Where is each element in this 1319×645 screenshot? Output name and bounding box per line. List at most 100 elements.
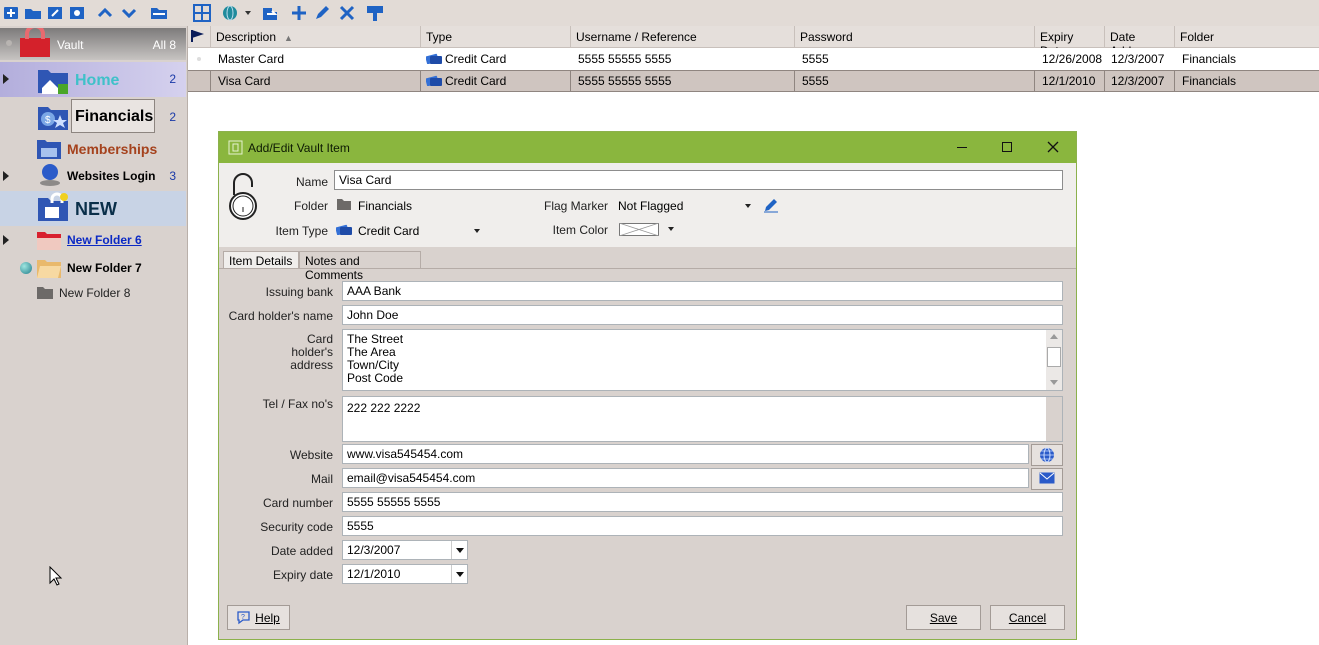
cell-expiry: 12/1/2010 [1042, 74, 1096, 88]
column-header-expiry[interactable]: Expiry Date [1035, 26, 1105, 58]
tab-notes-and-comments[interactable]: Notes and Comments [299, 251, 421, 282]
chevron-down-icon[interactable] [474, 229, 480, 233]
open-website-button[interactable] [1031, 444, 1063, 466]
tree-item-financials[interactable]: $ Financials 2 [0, 99, 186, 135]
card-holder-address-textarea[interactable]: The Street The Area Town/City Post Code [342, 329, 1063, 391]
cancel-button[interactable]: Cancel [990, 605, 1065, 630]
expand-arrow-icon[interactable] [3, 235, 9, 245]
date-added-picker[interactable]: 12/3/2007 [342, 540, 468, 560]
scroll-thumb[interactable] [1047, 347, 1061, 367]
column-header-folder[interactable]: Folder [1175, 26, 1319, 48]
minimize-icon[interactable] [957, 147, 967, 148]
tree-item-websites-login[interactable]: Websites Login 3 [0, 163, 186, 189]
card-holder-name-input[interactable]: John Doe [342, 305, 1063, 325]
new-folder-icon [38, 192, 68, 221]
tab-item-details[interactable]: Item Details [223, 251, 299, 269]
name-input[interactable]: Visa Card [334, 170, 1063, 190]
maximize-icon[interactable] [1002, 142, 1012, 152]
item-type-select[interactable]: Credit Card [358, 224, 419, 238]
close-icon[interactable] [1047, 141, 1059, 153]
card-number-label: Card number [262, 496, 333, 510]
folder-icon [37, 287, 53, 299]
settings-folder-icon[interactable] [68, 4, 86, 22]
dropdown-icon[interactable] [245, 11, 251, 15]
edit-pencil-icon[interactable] [763, 197, 779, 213]
tree-item-home[interactable]: Home 2 [0, 62, 186, 97]
date-added-value: 12/3/2007 [347, 543, 401, 557]
save-button[interactable]: Save [906, 605, 981, 630]
expand-arrow-icon[interactable] [3, 74, 9, 84]
help-button[interactable]: ? Help [227, 605, 290, 630]
chevron-down-icon [456, 548, 464, 553]
cell-type: Credit Card [421, 70, 571, 92]
credit-card-icon [426, 75, 442, 86]
add-icon[interactable] [2, 4, 20, 22]
calendar-dropdown-button[interactable] [451, 541, 467, 559]
tree-item-new-folder-7[interactable]: New Folder 7 [0, 256, 186, 280]
delete-item-icon[interactable] [338, 4, 356, 22]
chevron-down-icon[interactable] [668, 227, 674, 231]
move-down-icon[interactable] [120, 4, 138, 22]
move-up-icon[interactable] [96, 4, 114, 22]
left-toolbar [0, 0, 188, 26]
folder-value[interactable]: Financials [358, 199, 412, 213]
table-row[interactable]: Master Card Credit Card 5555 55555 5555 … [188, 48, 1319, 70]
cell-password: 5555 [802, 74, 829, 88]
globe-icon[interactable] [221, 4, 239, 22]
column-header-description[interactable]: Description ▲ [211, 26, 421, 48]
column-header-type[interactable]: Type [421, 26, 571, 48]
sort-ascending-icon: ▲ [284, 33, 293, 43]
issuing-bank-input[interactable]: AAA Bank [342, 281, 1063, 301]
security-code-input[interactable]: 5555 [342, 516, 1063, 536]
table-row-selected[interactable]: Visa Card Credit Card 5555 55555 5555 55… [188, 70, 1319, 92]
edit-folder-icon[interactable] [46, 4, 64, 22]
tree-item-new-folder-6[interactable]: New Folder 6 [0, 228, 186, 252]
tree-item-label: NEW [75, 199, 117, 219]
column-header-username[interactable]: Username / Reference [571, 26, 795, 48]
edit-item-icon[interactable] [313, 4, 331, 22]
cell-description: Visa Card [218, 74, 271, 88]
tree-item-label: New Folder 8 [59, 286, 131, 300]
chevron-down-icon[interactable] [745, 204, 751, 208]
svg-text:?: ? [241, 614, 245, 621]
column-header-password[interactable]: Password [795, 26, 1035, 48]
expand-arrow-icon[interactable] [3, 171, 9, 181]
tel-fax-textarea[interactable]: 222 222 2222 [342, 396, 1063, 442]
dialog-titlebar[interactable]: Add/Edit Vault Item [219, 132, 1076, 163]
card-number-input[interactable]: 5555 55555 5555 [342, 492, 1063, 512]
flag-marker-select[interactable]: Not Flagged [618, 199, 683, 213]
scroll-up-icon[interactable] [1050, 334, 1058, 339]
import-icon[interactable] [261, 4, 279, 22]
red-folder-icon [37, 232, 61, 250]
tree-item-label: New Folder 7 [67, 261, 142, 275]
folder-icon[interactable] [150, 4, 168, 22]
tree-icon[interactable] [366, 4, 384, 22]
tree-item-new[interactable]: NEW [0, 191, 186, 226]
expiry-date-picker[interactable]: 12/1/2010 [342, 564, 468, 584]
color-swatch-icon[interactable] [619, 223, 659, 236]
flag-column-header[interactable] [188, 26, 211, 48]
tree-item-memberships[interactable]: Memberships [0, 137, 186, 161]
tree-item-label[interactable]: New Folder 6 [67, 233, 142, 247]
tel-scrollbar[interactable] [1046, 397, 1062, 441]
scroll-down-icon[interactable] [1050, 380, 1058, 385]
address-scrollbar[interactable] [1046, 330, 1062, 390]
send-mail-button[interactable] [1031, 468, 1063, 490]
open-folder-icon[interactable] [24, 4, 42, 22]
tree-root-vault[interactable]: Vault All 8 [0, 28, 186, 60]
column-header-label: Description [216, 30, 277, 44]
dialog-header-section: Name Visa Card Folder Financials Flag Ma… [219, 163, 1076, 247]
cell-type: Credit Card [421, 48, 571, 70]
mail-input[interactable]: email@visa545454.com [342, 468, 1029, 488]
envelope-icon [1039, 472, 1055, 484]
add-item-icon[interactable] [290, 4, 308, 22]
expiry-date-value: 12/1/2010 [347, 567, 401, 581]
name-label: Name [295, 175, 328, 189]
tree-item-new-folder-8[interactable]: New Folder 8 [0, 283, 186, 303]
calendar-dropdown-button[interactable] [451, 565, 467, 583]
row-bullet-icon [197, 57, 201, 61]
grid-view-icon[interactable] [193, 4, 211, 22]
website-input[interactable]: www.visa545454.com [342, 444, 1029, 464]
column-header-date-added[interactable]: Date Add... [1105, 26, 1175, 58]
tab-label: Item Details [229, 254, 293, 268]
